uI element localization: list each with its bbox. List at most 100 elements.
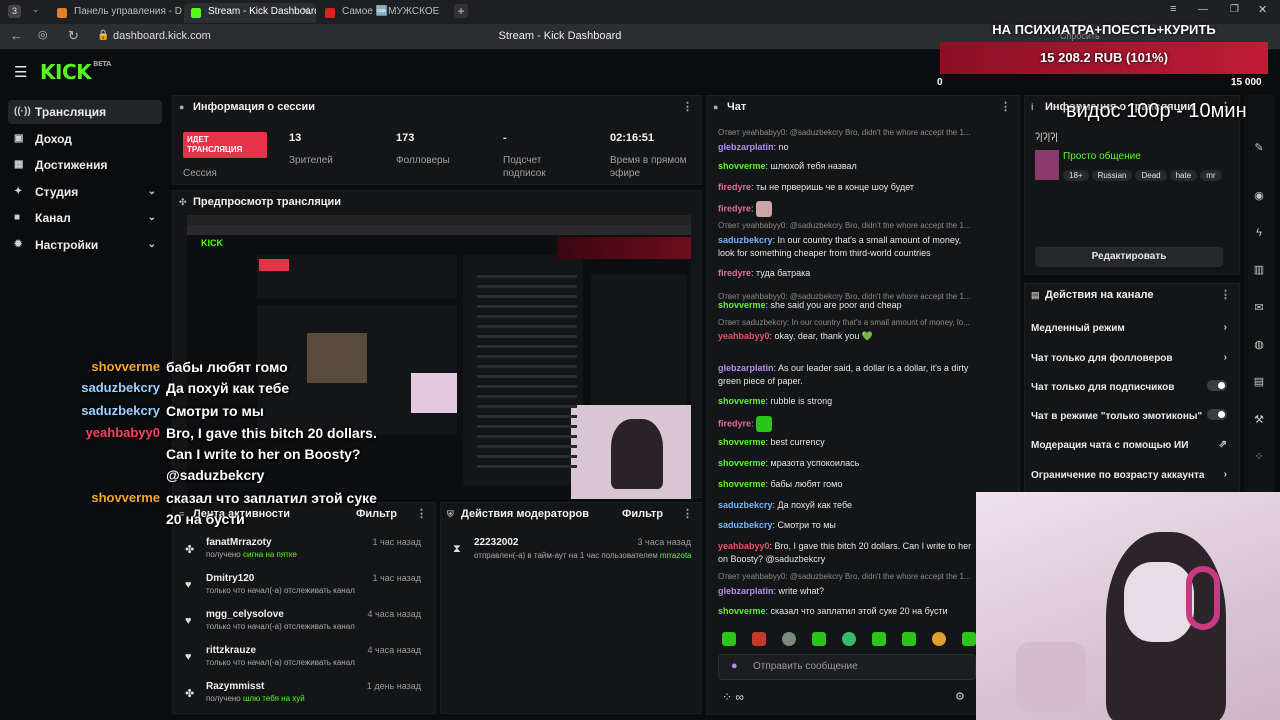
layout-icon[interactable]: ▤ [1249,372,1269,392]
chat-username[interactable]: shovverme [718,437,766,447]
emote-icon[interactable] [932,632,946,646]
tag[interactable]: Dead [1135,170,1167,181]
more-options-icon[interactable]: ⋮ [682,503,693,525]
chat-username[interactable]: saduzbekcry [718,520,773,530]
browser-tab-active[interactable]: Stream - Kick Dashboard ✕ [184,3,316,23]
chat-tools-icon[interactable]: ⁘ ∞ [722,690,744,704]
emote-icon[interactable] [872,632,886,646]
chat-username[interactable]: saduzbekcry [718,235,773,245]
new-tab-button[interactable]: + [454,4,468,18]
moderated-user[interactable]: 22232002 [474,537,519,548]
wrench-icon[interactable]: ⚒ [1249,410,1269,430]
chat-username[interactable]: firedyre [718,268,751,278]
subscribers-only-row[interactable]: Чат только для подписчиков [1031,380,1227,393]
chat-username[interactable]: glebzarplatin [718,363,774,373]
chat-username[interactable]: firedyre [718,203,751,213]
apps-icon[interactable]: ⁘ [1249,447,1269,467]
sidebar-item-broadcast[interactable]: ((·)) Трансляция [8,100,162,124]
account-age-row[interactable]: Ограничение по возрасту аккаунта › [1031,469,1227,481]
chat-username[interactable]: shovverme [718,479,766,489]
sidebar-item-achievements[interactable]: ▦ Достижения [8,153,162,177]
chat-username[interactable]: firedyre [718,418,751,428]
browser-tab[interactable]: Самое 🆒МУЖСКОЕ [318,3,450,23]
reply-context[interactable]: Ответ yeahbabyy0: @saduzbekcry Bro, didn… [718,572,978,581]
tag[interactable]: hate [1169,170,1198,181]
window-min-icon[interactable]: — [1198,4,1208,15]
lightning-icon[interactable]: ϟ [1249,223,1269,243]
hamburger-menu-icon[interactable]: ☰ [14,63,27,81]
chevron-right-icon[interactable]: › [1224,469,1227,480]
reply-context[interactable]: Ответ saduzbekcry: In our country that's… [718,318,978,327]
url-text[interactable]: dashboard.kick.com [113,30,211,42]
extensions-menu-icon[interactable]: ≡ [1170,3,1176,15]
broadcast-icon[interactable]: ◍ [1249,335,1269,355]
record-icon[interactable]: ◉ [1249,186,1269,206]
chevron-down-icon[interactable]: ⌄ [148,180,156,204]
emote-only-toggle[interactable] [1207,409,1227,420]
chevron-down-icon[interactable]: ⌄ [148,233,156,257]
tag[interactable]: mr [1200,170,1222,181]
emote-icon[interactable] [812,632,826,646]
chat-username[interactable]: yeahbabyy0 [718,331,770,341]
chat-username[interactable]: firedyre [718,182,751,192]
chevron-down-icon[interactable]: ⌄ [148,206,156,230]
chevron-right-icon[interactable]: › [1224,352,1227,363]
more-options-icon[interactable]: ⋮ [1220,284,1231,306]
pencil-icon[interactable]: ✎ [1249,138,1269,158]
emote-icon[interactable] [962,632,976,646]
more-options-icon[interactable]: ⋮ [1000,96,1011,118]
activity-user[interactable]: Dmitry120 [206,573,254,584]
activity-user[interactable]: Razymmisst [206,681,264,692]
activity-user[interactable]: fanatMrrazoty [206,537,272,548]
edit-stream-button[interactable]: Редактировать [1035,247,1223,267]
more-options-icon[interactable]: ⋮ [682,96,693,118]
filter-button[interactable]: Фильтр [622,503,663,525]
followers-only-row[interactable]: Чат только для фолловеров › [1031,352,1227,364]
category-link[interactable]: Просто общение [1063,151,1141,162]
chat-username[interactable]: yeahbabyy0 [718,541,770,551]
emote-icon[interactable] [752,632,766,646]
mic-icon[interactable]: ● [731,660,738,672]
chat-input[interactable]: ● Отправить сообщение [718,654,976,680]
chat-username[interactable]: glebzarplatin [718,142,774,152]
emote-only-row[interactable]: Чат в режиме "только эмотиконы" [1031,409,1227,422]
emote-icon[interactable] [782,632,796,646]
emote-icon[interactable] [842,632,856,646]
reply-context[interactable]: Ответ yeahbabyy0: @saduzbekcry Bro, didn… [718,221,978,230]
chat-username[interactable]: shovverme [718,300,766,310]
chat-settings-icon[interactable]: ⚙ [955,690,965,703]
clipboard-icon[interactable]: ▥ [1249,260,1269,280]
subscribers-only-toggle[interactable] [1207,380,1227,391]
chat-username[interactable]: shovverme [718,458,766,468]
ai-moderation-row[interactable]: Модерация чата с помощью ИИ ⇗ [1031,439,1227,451]
reply-context[interactable]: Ответ yeahbabyy0: @saduzbekcry Bro, didn… [718,128,978,137]
sidebar-item-studio[interactable]: ✦ Студия ⌄ [8,180,162,204]
kick-logo[interactable]: KICK BETA [40,60,111,84]
browser-menu-icon[interactable]: 3 [8,5,21,18]
chat-bubble-icon[interactable]: ✉ [1249,298,1269,318]
emote-icon[interactable] [756,416,773,432]
tag[interactable]: 18+ [1063,170,1089,181]
chat-username[interactable]: shovverme [718,161,766,171]
slow-mode-row[interactable]: Медленный режим › [1031,322,1227,334]
emote-icon[interactable] [722,632,736,646]
chat-username[interactable]: shovverme [718,396,766,406]
emote-icon[interactable] [902,632,916,646]
chevron-down-icon[interactable]: ⌄ [32,4,40,15]
browser-tab[interactable]: Панель управления - Don [50,3,182,23]
chevron-right-icon[interactable]: › [1224,322,1227,333]
more-options-icon[interactable]: ⋮ [416,503,427,525]
close-icon[interactable]: ✕ [302,3,310,21]
reload-icon[interactable]: ↻ [68,28,79,44]
chat-username[interactable]: glebzarplatin [718,586,774,596]
chat-username[interactable]: shovverme [718,606,766,616]
back-arrow-icon[interactable]: ← [10,28,23,43]
activity-user[interactable]: mgg_celysolove [206,609,284,620]
sidebar-item-income[interactable]: ▣ Доход [8,127,162,151]
filter-button[interactable]: Фильтр [356,503,397,525]
external-link-icon[interactable]: ⇗ [1219,439,1227,450]
tag[interactable]: Russian [1091,170,1133,181]
sidebar-item-channel[interactable]: ■ Канал ⌄ [8,206,162,230]
window-max-icon[interactable]: ❐ [1230,4,1239,15]
emote-icon[interactable] [756,201,773,217]
